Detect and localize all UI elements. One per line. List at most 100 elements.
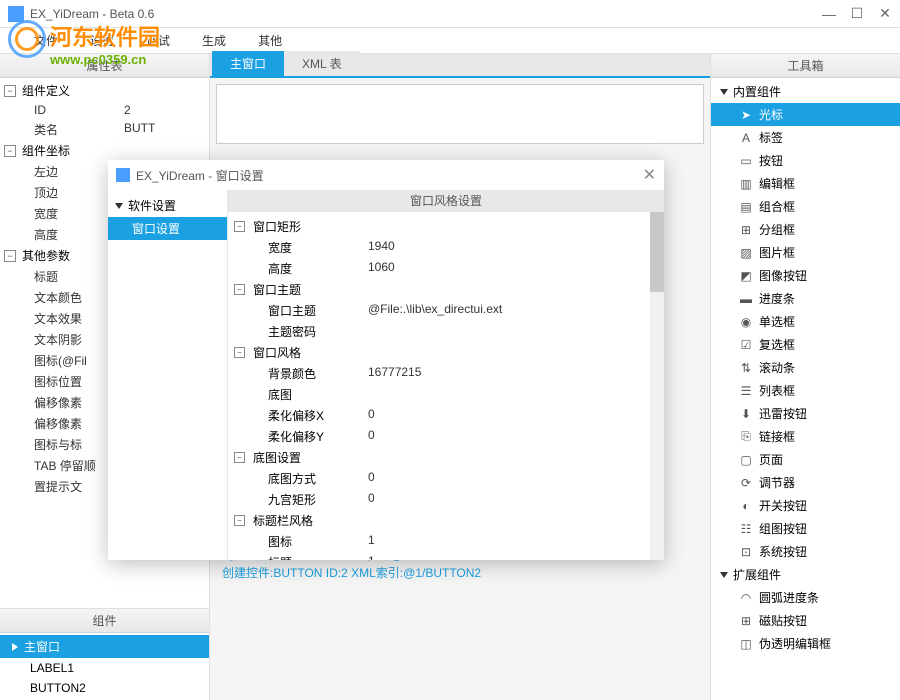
dialog-sidebar-group[interactable]: 软件设置 xyxy=(108,194,227,217)
property-group[interactable]: −组件坐标 xyxy=(0,140,209,161)
toolbox-group[interactable]: 内置组件 xyxy=(711,80,900,103)
property-row[interactable]: 类名BUTT xyxy=(0,119,209,140)
dialog-property-row[interactable]: 主题密码 xyxy=(228,321,664,342)
menu-settings[interactable]: 设置 xyxy=(74,32,130,49)
settings-dialog: EX_YiDream - 窗口设置 ✕ 软件设置 窗口设置 窗口风格设置 −窗口… xyxy=(108,160,664,560)
dialog-property-row[interactable]: 标题1 xyxy=(228,552,664,560)
dialog-property-row[interactable]: 九宫矩形0 xyxy=(228,489,664,510)
toolbox-item-icon: ⊡ xyxy=(739,545,753,559)
dialog-titlebar[interactable]: EX_YiDream - 窗口设置 ✕ xyxy=(108,160,664,190)
toolbox-item[interactable]: ▭按钮 xyxy=(711,149,900,172)
dialog-section[interactable]: −窗口风格 xyxy=(228,342,664,363)
property-group[interactable]: −组件定义 xyxy=(0,80,209,101)
toolbox-item[interactable]: ◠圆弧进度条 xyxy=(711,586,900,609)
toolbox-item-icon: ▭ xyxy=(739,154,753,168)
toolbox-item[interactable]: ◫伪透明编辑框 xyxy=(711,632,900,655)
menu-file[interactable]: 文件 xyxy=(18,32,74,49)
toolbox-item-icon: ☰ xyxy=(739,384,753,398)
toolbox-item[interactable]: ⇅滚动条 xyxy=(711,356,900,379)
dialog-property-row[interactable]: 背景颜色16777215 xyxy=(228,363,664,384)
menu-other[interactable]: 其他 xyxy=(242,32,298,49)
toolbox-item[interactable]: ◩图像按钮 xyxy=(711,264,900,287)
component-item[interactable]: BUTTON2 xyxy=(0,678,209,698)
menubar: 文件 设置 调试 生成 其他 xyxy=(0,28,900,54)
toolbox-item[interactable]: ⬇迅雷按钮 xyxy=(711,402,900,425)
tab[interactable]: XML 表 xyxy=(284,51,360,76)
toolbox-item[interactable]: ▢页面 xyxy=(711,448,900,471)
toolbox-item-icon: ⟳ xyxy=(739,476,753,490)
dialog-title: EX_YiDream - 窗口设置 xyxy=(136,167,264,184)
tab[interactable]: 主窗口 xyxy=(212,51,284,76)
component-item[interactable]: 主窗口 xyxy=(0,635,209,658)
toolbox-item[interactable]: ◐开关按钮 xyxy=(711,494,900,517)
toolbox-item[interactable]: ⊞磁贴按钮 xyxy=(711,609,900,632)
toolbox: 内置组件➤光标A标签▭按钮▥编辑框▤组合框⊞分组框▨图片框◩图像按钮▬进度条◉单… xyxy=(711,78,900,700)
toolbox-item[interactable]: ⊡系统按钮 xyxy=(711,540,900,563)
toolbox-group[interactable]: 扩展组件 xyxy=(711,563,900,586)
toolbox-item-icon: ☷ xyxy=(739,522,753,536)
dialog-sidebar-item-window[interactable]: 窗口设置 xyxy=(108,217,227,240)
toolbox-item[interactable]: ▬进度条 xyxy=(711,287,900,310)
components-header: 组件 xyxy=(0,609,209,633)
toolbox-item[interactable]: ⊞分组框 xyxy=(711,218,900,241)
component-item[interactable]: LABEL1 xyxy=(0,658,209,678)
right-panel: 工具箱 内置组件➤光标A标签▭按钮▥编辑框▤组合框⊞分组框▨图片框◩图像按钮▬进… xyxy=(710,54,900,700)
properties-header: 属性表 xyxy=(0,54,209,78)
toolbox-item[interactable]: ▨图片框 xyxy=(711,241,900,264)
app-icon xyxy=(8,6,24,22)
toolbox-item-icon: A xyxy=(739,131,753,145)
dialog-icon xyxy=(116,168,130,182)
toolbox-item[interactable]: ▥编辑框 xyxy=(711,172,900,195)
dialog-section[interactable]: −窗口主题 xyxy=(228,279,664,300)
dialog-property-row[interactable]: 柔化偏移Y0 xyxy=(228,426,664,447)
dialog-property-row[interactable]: 宽度1940 xyxy=(228,237,664,258)
dialog-property-row[interactable]: 图标1 xyxy=(228,531,664,552)
close-button[interactable]: ✕ xyxy=(878,7,892,21)
log-line: 创建控件:BUTTON ID:2 XML索引:@1/BUTTON2 xyxy=(222,564,698,582)
dialog-property-row[interactable]: 底图方式0 xyxy=(228,468,664,489)
window-title: EX_YiDream - Beta 0.6 xyxy=(30,7,822,21)
toolbox-item[interactable]: ⎘链接框 xyxy=(711,425,900,448)
toolbox-item-icon: ▨ xyxy=(739,246,753,260)
toolbox-item[interactable]: ☑复选框 xyxy=(711,333,900,356)
toolbox-item-icon: ⎘ xyxy=(739,429,753,444)
components-list: 主窗口LABEL1BUTTON2 xyxy=(0,633,209,700)
toolbox-header: 工具箱 xyxy=(711,54,900,78)
dialog-property-row[interactable]: 底图 xyxy=(228,384,664,405)
toolbox-item-icon: ▤ xyxy=(739,200,753,214)
dialog-section[interactable]: −底图设置 xyxy=(228,447,664,468)
dialog-section[interactable]: −标题栏风格 xyxy=(228,510,664,531)
toolbox-item-icon: ◠ xyxy=(739,591,753,605)
toolbox-item-icon: ◐ xyxy=(739,499,753,513)
toolbox-item-icon: ➤ xyxy=(739,108,753,122)
toolbox-item-icon: ▥ xyxy=(739,177,753,191)
toolbox-item[interactable]: ➤光标 xyxy=(711,103,900,126)
dialog-scrollbar[interactable] xyxy=(650,212,664,560)
toolbox-item-icon: ▬ xyxy=(739,292,753,306)
property-row[interactable]: ID2 xyxy=(0,101,209,119)
toolbox-item-icon: ◉ xyxy=(739,315,753,329)
dialog-content: −窗口矩形宽度1940高度1060−窗口主题窗口主题@File:.\lib\ex… xyxy=(228,212,664,560)
dialog-content-header: 窗口风格设置 xyxy=(228,190,664,212)
dialog-property-row[interactable]: 柔化偏移X0 xyxy=(228,405,664,426)
dialog-sidebar: 软件设置 窗口设置 xyxy=(108,190,228,560)
dialog-property-row[interactable]: 高度1060 xyxy=(228,258,664,279)
dialog-close-button[interactable]: ✕ xyxy=(643,165,656,185)
window-titlebar: EX_YiDream - Beta 0.6 — ☐ ✕ xyxy=(0,0,900,28)
toolbox-item[interactable]: ▤组合框 xyxy=(711,195,900,218)
menu-build[interactable]: 生成 xyxy=(186,32,242,49)
toolbox-item[interactable]: A标签 xyxy=(711,126,900,149)
toolbox-item[interactable]: ☰列表框 xyxy=(711,379,900,402)
maximize-button[interactable]: ☐ xyxy=(850,7,864,21)
toolbox-item[interactable]: ☷组图按钮 xyxy=(711,517,900,540)
toolbox-item-icon: ◫ xyxy=(739,637,753,651)
toolbox-item[interactable]: ◉单选框 xyxy=(711,310,900,333)
minimize-button[interactable]: — xyxy=(822,7,836,21)
menu-debug[interactable]: 调试 xyxy=(130,32,186,49)
toolbox-item-icon: ▢ xyxy=(739,453,753,467)
canvas-box[interactable] xyxy=(216,84,704,144)
toolbox-item[interactable]: ⟳调节器 xyxy=(711,471,900,494)
toolbox-item-icon: ⊞ xyxy=(739,614,753,628)
dialog-section[interactable]: −窗口矩形 xyxy=(228,216,664,237)
dialog-property-row[interactable]: 窗口主题@File:.\lib\ex_directui.ext xyxy=(228,300,664,321)
